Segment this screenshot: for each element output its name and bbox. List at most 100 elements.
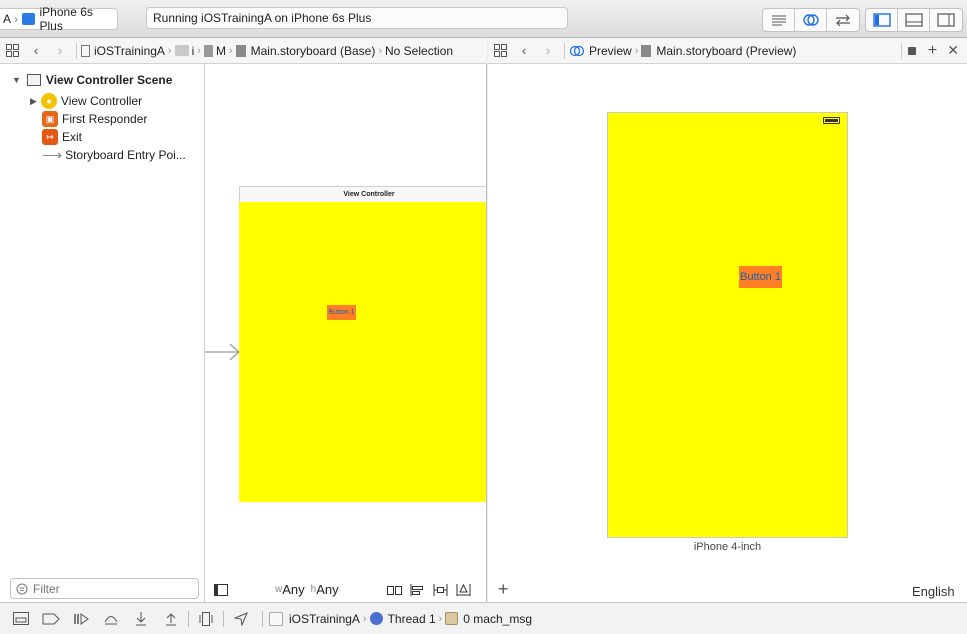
breadcrumb-preview-file[interactable]: Main.storyboard (Preview) xyxy=(656,44,796,58)
filter-input[interactable] xyxy=(33,581,193,596)
chevron-right-icon: › xyxy=(438,612,443,625)
assistant-editor-button[interactable] xyxy=(795,9,827,31)
stack-icon[interactable] xyxy=(387,584,402,596)
chevron-right-icon: › xyxy=(228,44,233,57)
breadcrumb-project[interactable]: iOSTrainingA xyxy=(94,44,165,58)
preview-pane: Button 1 iPhone 4-inch + English xyxy=(488,64,967,602)
arrows-icon xyxy=(836,14,850,26)
button-label: Button 1 xyxy=(740,271,781,283)
outline-item-exit[interactable]: ↦ Exit xyxy=(42,128,82,146)
file-icon xyxy=(203,44,213,57)
toggle-utilities-button[interactable] xyxy=(930,9,962,31)
outline-item-label: View Controller xyxy=(60,94,143,108)
chevron-right-icon: › xyxy=(378,44,382,57)
chevron-left-icon: ‹ xyxy=(33,43,39,58)
back-button[interactable]: ‹ xyxy=(512,38,536,64)
chevron-right-icon: › xyxy=(197,44,201,57)
lines-icon xyxy=(771,15,786,26)
align-icon[interactable] xyxy=(410,584,425,596)
battery-icon xyxy=(823,117,840,124)
left-panel-icon xyxy=(872,13,891,27)
preview-device-screen[interactable]: Button 1 xyxy=(607,112,848,538)
toggle-outline-icon[interactable] xyxy=(214,584,228,599)
breadcrumb-storyboard[interactable]: Main.storyboard (Base) xyxy=(251,44,376,58)
chevron-right-icon: › xyxy=(362,612,367,625)
simulate-location-button[interactable] xyxy=(226,604,256,634)
add-editor-icon[interactable]: + xyxy=(928,42,937,60)
activity-status: Running iOSTrainingA on iPhone 6s Plus xyxy=(146,7,568,29)
breadcrumb-folder[interactable]: i xyxy=(192,44,195,58)
size-class-width: Any xyxy=(282,582,305,597)
outline-scene-row[interactable]: ▼ View Controller Scene xyxy=(12,71,172,89)
debug-thread[interactable]: Thread 1 xyxy=(388,612,436,626)
target-icon xyxy=(269,611,283,626)
storyboard-file-icon xyxy=(641,44,652,57)
step-out-icon xyxy=(166,612,176,625)
add-device-icon[interactable]: + xyxy=(498,579,509,600)
pin-icon[interactable] xyxy=(433,584,448,596)
related-items-button[interactable] xyxy=(488,38,512,64)
scene-title: View Controller Scene xyxy=(45,73,173,87)
chevron-right-icon: › xyxy=(634,44,639,57)
chevron-right-icon: › xyxy=(545,43,551,58)
project-file-icon xyxy=(81,44,90,57)
resolve-issues-icon[interactable] xyxy=(456,584,471,596)
back-button[interactable]: ‹ xyxy=(24,38,48,64)
forward-button[interactable]: › xyxy=(536,38,560,64)
disclosure-triangle-icon[interactable]: ▶ xyxy=(30,96,37,107)
lock-icon[interactable] xyxy=(907,46,916,55)
disclosure-triangle-icon[interactable]: ▼ xyxy=(12,75,21,85)
toggle-debug-area-button[interactable] xyxy=(898,9,930,31)
view-controller-view[interactable]: Button 1 xyxy=(239,202,486,502)
step-into-button[interactable] xyxy=(126,604,156,634)
debug-frame[interactable]: 0 mach_msg xyxy=(463,612,532,626)
preview-button-1[interactable]: Button 1 xyxy=(739,266,782,288)
status-text: Running iOSTrainingA on iPhone 6s Plus xyxy=(153,11,372,25)
size-class-control[interactable]: w Any h Any xyxy=(275,582,339,597)
view-controller-titlebar[interactable]: View Controller xyxy=(239,186,486,203)
preview-device-label[interactable]: iPhone 4-inch xyxy=(607,541,848,553)
debug-target[interactable]: iOSTrainingA xyxy=(289,612,360,626)
assistant-icon xyxy=(569,45,585,56)
version-editor-button[interactable] xyxy=(827,9,859,31)
device-icon xyxy=(22,13,35,25)
editor-mode-segmented xyxy=(762,8,860,32)
arrow-right-icon: ⟶ xyxy=(42,146,63,163)
document-outline: ▼ View Controller Scene ▶ ● View Control… xyxy=(0,64,205,602)
breadcrumb-file[interactable]: M xyxy=(216,44,226,58)
panels-segmented xyxy=(865,8,963,32)
step-into-icon xyxy=(136,611,146,625)
chevron-right-icon: › xyxy=(57,43,63,58)
folder-icon xyxy=(174,45,189,56)
close-editor-icon[interactable]: ✕ xyxy=(947,42,959,59)
step-over-icon xyxy=(104,615,118,624)
breakpoints-button[interactable] xyxy=(36,604,66,634)
button-1[interactable]: Button 1 xyxy=(327,305,356,320)
scheme-device-selector[interactable]: A › iPhone 6s Plus xyxy=(0,5,118,33)
outline-item-view-controller[interactable]: ▶ ● View Controller xyxy=(30,92,142,110)
step-over-button[interactable] xyxy=(96,604,126,634)
step-out-button[interactable] xyxy=(156,604,186,634)
storyboard-canvas[interactable]: View Controller Button 1 w Any h Any xyxy=(205,64,487,602)
outline-item-label: First Responder xyxy=(62,112,148,126)
right-panel-icon xyxy=(937,13,955,27)
assistant-mode[interactable]: Preview xyxy=(589,44,632,58)
standard-editor-button[interactable] xyxy=(763,9,795,31)
forward-button[interactable]: › xyxy=(48,38,72,64)
layout-tools xyxy=(387,584,471,596)
breadcrumb-selection[interactable]: No Selection xyxy=(385,44,453,58)
chevron-right-icon: › xyxy=(167,44,172,57)
related-items-button[interactable] xyxy=(0,38,24,64)
continue-button[interactable] xyxy=(66,604,96,634)
toggle-navigator-button[interactable] xyxy=(866,9,898,31)
hide-debug-area-button[interactable] xyxy=(6,604,36,634)
filter-icon xyxy=(16,583,28,594)
filter-field[interactable] xyxy=(10,578,199,599)
view-hierarchy-button[interactable] xyxy=(191,604,221,634)
outline-item-first-responder[interactable]: ▣ First Responder xyxy=(42,110,147,128)
entry-point-arrow-icon[interactable] xyxy=(205,342,241,362)
preview-language[interactable]: English xyxy=(912,584,955,599)
bottom-panel-icon xyxy=(904,13,923,27)
outline-item-entry-point[interactable]: ⟶ Storyboard Entry Poi... xyxy=(42,146,186,164)
continue-icon xyxy=(74,612,89,625)
